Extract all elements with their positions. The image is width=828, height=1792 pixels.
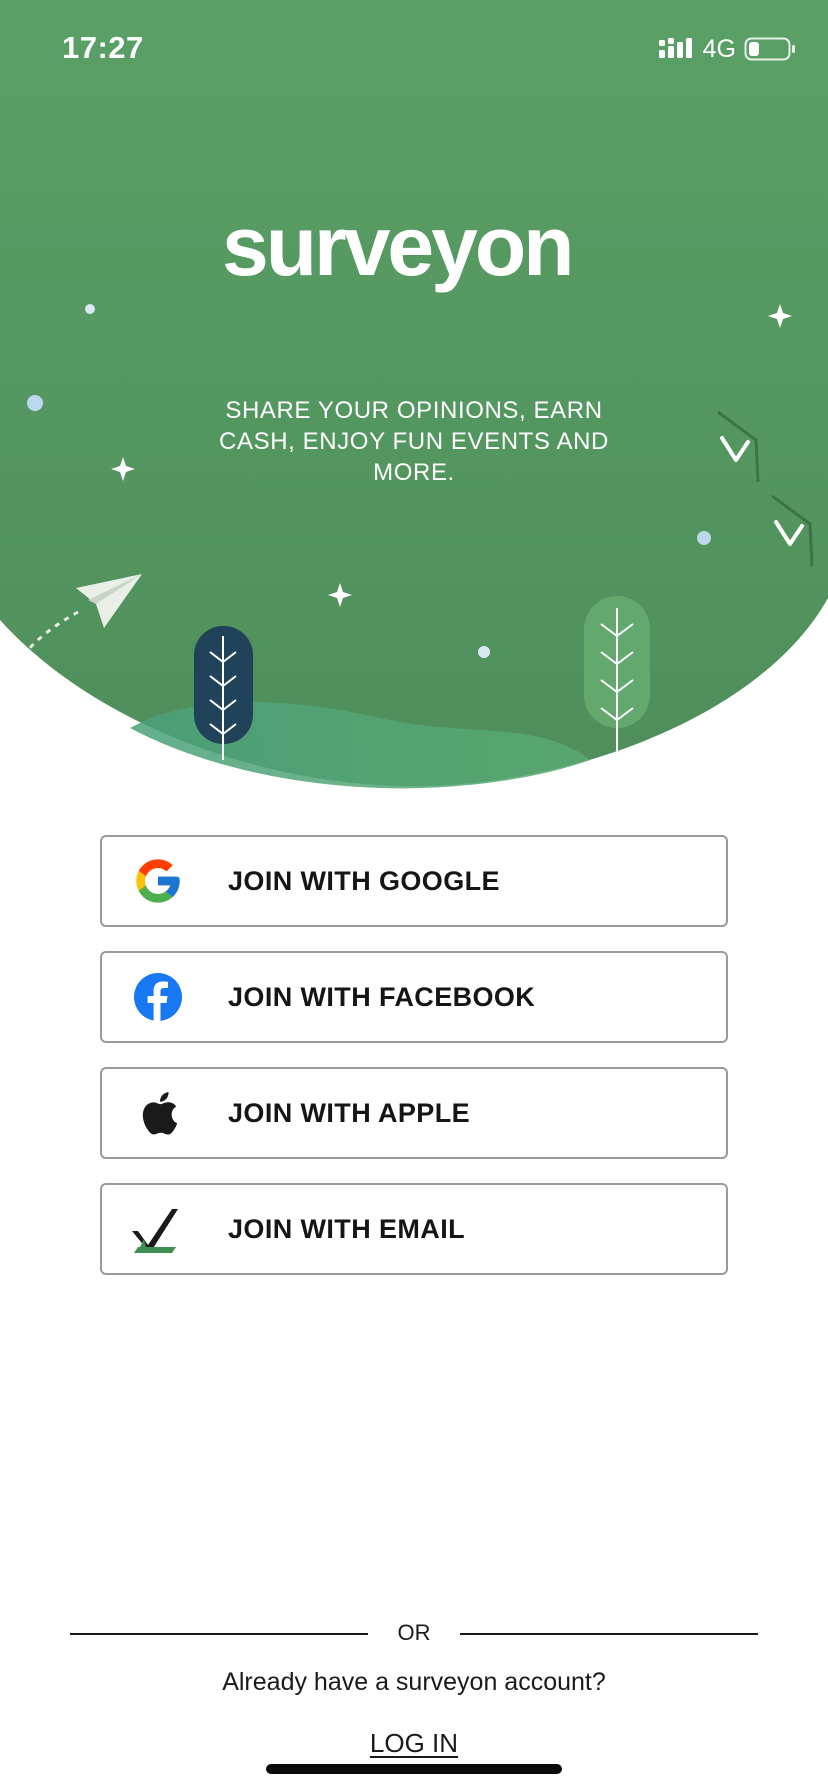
google-icon xyxy=(132,855,184,907)
battery-icon xyxy=(744,37,795,61)
signup-screen: 17:27 4G surveyon SHARE YOUR OPINIONS, E… xyxy=(0,0,828,1792)
status-time: 17:27 xyxy=(62,30,144,65)
join-email-button[interactable]: JOIN WITH EMAIL xyxy=(100,1183,728,1275)
join-email-label: JOIN WITH EMAIL xyxy=(228,1214,465,1244)
decor-dot xyxy=(27,395,43,411)
network-type-label: 4G xyxy=(702,34,736,63)
join-google-label: JOIN WITH GOOGLE xyxy=(228,866,500,896)
existing-account-prompt: Already have a surveyon account? xyxy=(222,1668,606,1696)
decor-dot xyxy=(478,646,490,658)
join-options-list: JOIN WITH GOOGLE JOIN WITH FACEBOOK JOIN… xyxy=(100,835,728,1299)
join-facebook-label: JOIN WITH FACEBOOK xyxy=(228,982,536,1012)
status-bar: 17:27 4G xyxy=(0,0,828,100)
hero-banner: 17:27 4G surveyon SHARE YOUR OPINIONS, E… xyxy=(0,0,828,800)
tagline: SHARE YOUR OPINIONS, EARN CASH, ENJOY FU… xyxy=(219,397,609,486)
join-apple-label: JOIN WITH APPLE xyxy=(228,1098,471,1128)
home-indicator xyxy=(266,1764,562,1774)
login-link[interactable]: LOG IN xyxy=(0,1728,828,1759)
or-divider: OR xyxy=(70,1618,758,1648)
logo-text: surveyon xyxy=(222,199,574,293)
signal-icon xyxy=(658,38,692,58)
apple-icon xyxy=(132,1087,184,1139)
decor-dot xyxy=(697,531,711,545)
email-checkmark-icon xyxy=(132,1203,184,1255)
facebook-icon xyxy=(132,971,184,1023)
decor-dot xyxy=(85,304,95,314)
status-indicators: 4G xyxy=(658,34,796,64)
divider-line xyxy=(460,1633,758,1635)
surveyon-logo: surveyon xyxy=(222,196,612,316)
join-google-button[interactable]: JOIN WITH GOOGLE xyxy=(100,835,728,927)
join-apple-button[interactable]: JOIN WITH APPLE xyxy=(100,1067,728,1159)
join-facebook-button[interactable]: JOIN WITH FACEBOOK xyxy=(100,951,728,1043)
